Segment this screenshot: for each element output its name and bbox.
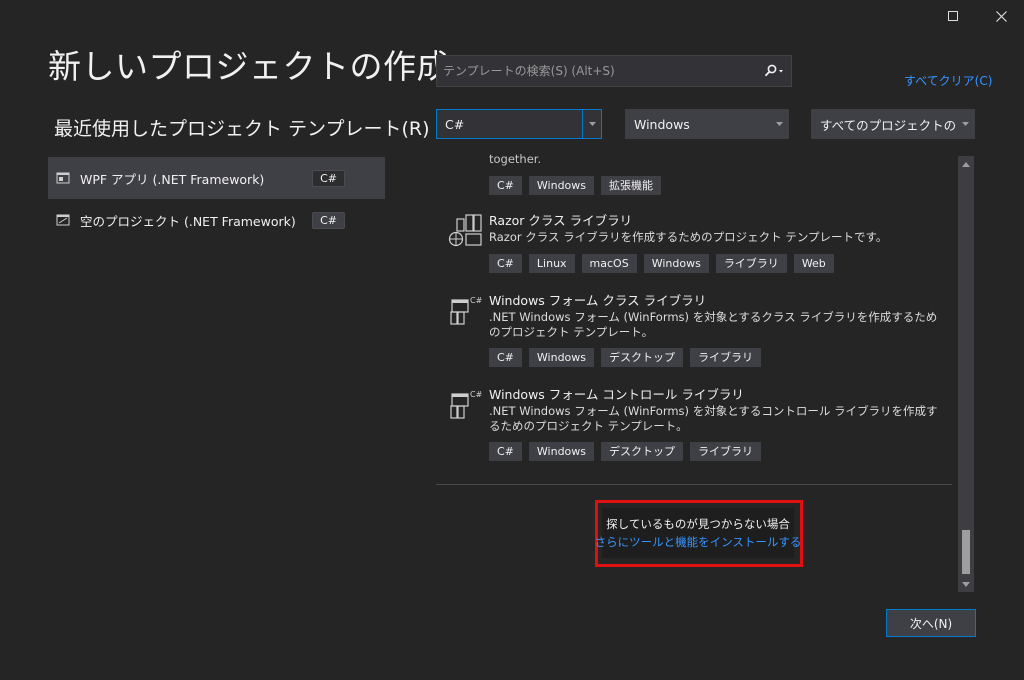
project-type-filter-dropdown[interactable]: すべてのプロジェクトの種類... [811, 109, 975, 139]
template-name: Windows フォーム クラス ライブラリ [489, 293, 707, 308]
recent-item-empty-project[interactable]: 空のプロジェクト (.NET Framework) C# [48, 199, 385, 241]
maximize-icon [948, 11, 958, 21]
template-tag: Windows [528, 442, 595, 461]
platform-filter-dropdown[interactable]: Windows [625, 109, 789, 139]
close-icon [995, 10, 1007, 22]
template-item-partial[interactable]: together. C# Windows 拡張機能 [436, 150, 958, 200]
template-tag: ライブラリ [690, 442, 762, 461]
template-name: Windows フォーム コントロール ライブラリ [489, 387, 744, 402]
template-tag: ライブラリ [715, 254, 787, 273]
template-name: Razor クラス ライブラリ [489, 213, 633, 228]
recent-heading-text: 最近使用したプロジェクト テンプレート [54, 118, 402, 140]
template-tag: C# [489, 348, 522, 367]
empty-project-icon [56, 212, 72, 228]
template-tag: 拡張機能 [601, 176, 662, 195]
template-item-winforms-class-library[interactable]: C# Windows フォーム クラス ライブラリ .NET Windows フ… [436, 290, 958, 374]
template-tags: C# Windows デスクトップ ライブラリ [489, 348, 762, 367]
recent-templates-heading: 最近使用したプロジェクト テンプレート(R) [54, 114, 430, 141]
razor-library-icon [448, 214, 482, 247]
platform-filter-value: Windows [634, 116, 690, 132]
template-tag: macOS [581, 254, 637, 273]
svg-text:C#: C# [470, 390, 482, 399]
template-tag: ライブラリ [690, 348, 762, 367]
scroll-up-arrow-icon[interactable] [958, 156, 974, 172]
not-found-text: 探しているものが見つからない場合 [606, 517, 790, 531]
template-tags: C# Windows 拡張機能 [489, 176, 662, 195]
page-title: 新しいプロジェクトの作成 [48, 47, 450, 86]
recent-item-wpf-app[interactable]: WPF アプリ (.NET Framework) C# [48, 157, 385, 199]
template-description: .NET Windows フォーム (WinForms) を対象とするクラス ラ… [489, 310, 938, 339]
template-tag: Web [793, 254, 834, 273]
recent-item-label: WPF アプリ (.NET Framework) [80, 171, 265, 187]
template-search-box [436, 55, 792, 87]
template-tag: C# [489, 442, 522, 461]
template-tag: Windows [528, 176, 595, 195]
chevron-down-icon [956, 110, 974, 138]
template-tag: C# [489, 254, 522, 273]
template-search-input[interactable] [437, 63, 757, 79]
recent-item-label: 空のプロジェクト (.NET Framework) [80, 213, 296, 229]
winforms-library-icon: C# [450, 296, 482, 325]
list-divider [436, 484, 952, 485]
template-tags: C# Windows デスクトップ ライブラリ [489, 442, 762, 461]
template-item-razor-class-library[interactable]: Razor クラス ライブラリ Razor クラス ライブラリを作成するためのプ… [436, 210, 958, 280]
template-list-scrollbar[interactable] [958, 156, 974, 592]
search-icon [764, 64, 783, 77]
project-type-filter-value: すべてのプロジェクトの種類... [820, 117, 956, 133]
template-item-winforms-control-library[interactable]: C# Windows フォーム コントロール ライブラリ .NET Window… [436, 384, 958, 468]
maximize-button[interactable] [930, 0, 976, 32]
template-description: Razor クラス ライブラリを作成するためのプロジェクト テンプレートです。 [489, 230, 888, 244]
wpf-app-icon [56, 170, 72, 186]
template-tag: Linux [528, 254, 575, 273]
language-filter-dropdown[interactable]: C# [436, 109, 602, 139]
lang-badge: C# [312, 211, 345, 229]
search-button[interactable] [757, 56, 791, 86]
install-tools-link[interactable]: さらにツールと機能をインストールする [595, 534, 802, 550]
svg-text:C#: C# [470, 296, 482, 305]
lang-badge: C# [312, 169, 345, 187]
not-found-panel: 探しているものが見つからない場合 さらにツールと機能をインストールする [595, 508, 801, 558]
chevron-down-icon [582, 110, 601, 138]
template-tag: デスクトップ [601, 348, 684, 367]
clear-all-link[interactable]: すべてクリア(C) [904, 72, 992, 89]
recent-heading-accesskey: (R) [401, 118, 430, 140]
template-tag: Windows [528, 348, 595, 367]
winforms-control-library-icon: C# [450, 390, 482, 419]
next-button[interactable]: 次へ(N) [886, 609, 976, 637]
template-tags: C# Linux macOS Windows ライブラリ Web [489, 254, 834, 273]
template-tag: C# [489, 176, 522, 195]
language-filter-value: C# [445, 116, 465, 132]
scroll-down-arrow-icon[interactable] [958, 576, 974, 592]
template-tag: デスクトップ [601, 442, 684, 461]
close-button[interactable] [978, 0, 1024, 32]
chevron-down-icon [770, 110, 788, 138]
scroll-thumb[interactable] [962, 530, 970, 574]
template-description: together. [489, 152, 542, 166]
template-description: .NET Windows フォーム (WinForms) を対象とするコントロー… [489, 404, 938, 433]
template-tag: Windows [643, 254, 709, 273]
